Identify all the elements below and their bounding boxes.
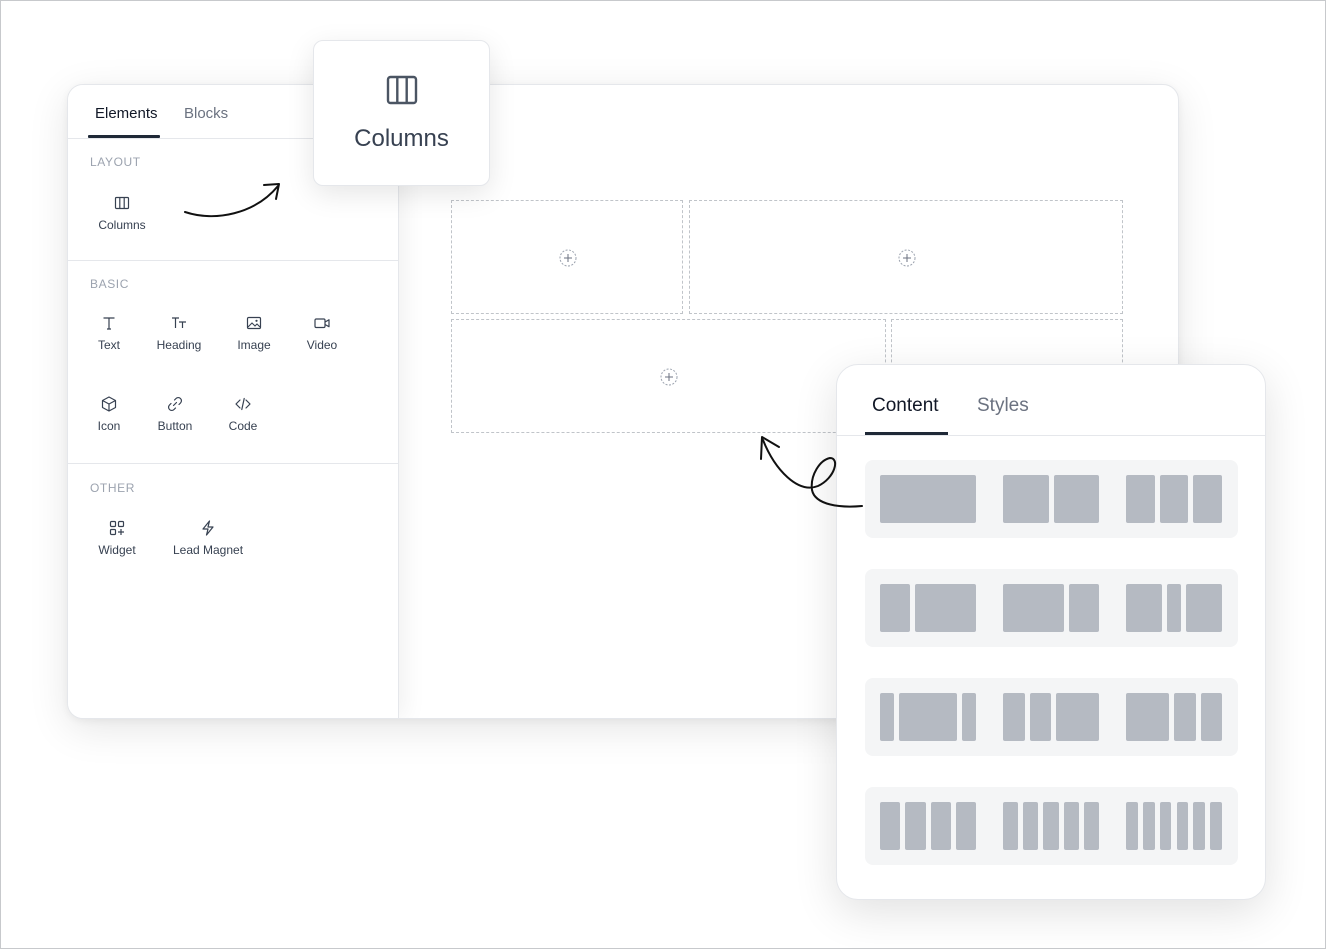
column-layout-preset[interactable] — [880, 475, 976, 523]
column-layout-preset[interactable] — [1003, 802, 1099, 850]
preset-column — [1126, 475, 1155, 523]
preset-column — [1159, 802, 1172, 850]
column-layout-preset[interactable] — [1126, 584, 1222, 632]
widget-icon — [109, 520, 125, 536]
preset-column — [961, 693, 976, 741]
column-cell-1[interactable] — [451, 200, 683, 314]
code-icon — [235, 397, 251, 411]
column-layout-preset[interactable] — [1126, 693, 1222, 741]
section-title-basic: BASIC — [90, 277, 130, 291]
heading-icon — [172, 317, 186, 328]
element-lead-magnet[interactable]: Lead Magnet — [168, 519, 248, 557]
drag-preview-label: Columns — [354, 125, 449, 152]
tab-content[interactable]: Content — [872, 395, 939, 417]
section-title-other: OTHER — [90, 481, 135, 495]
column-layout-preset[interactable] — [880, 584, 976, 632]
column-layout-preset[interactable] — [1003, 693, 1099, 741]
preset-column — [1056, 693, 1099, 741]
column-layout-preset[interactable] — [1003, 584, 1099, 632]
tab-styles[interactable]: Styles — [977, 395, 1029, 417]
preset-column — [880, 802, 901, 850]
text-icon — [103, 317, 115, 330]
preset-column — [1003, 584, 1064, 632]
preset-column — [955, 802, 976, 850]
element-text[interactable]: Text — [69, 314, 149, 352]
element-video[interactable]: Video — [282, 314, 362, 352]
column-layout-preset[interactable] — [880, 802, 976, 850]
preset-column — [1166, 584, 1182, 632]
preset-column — [905, 802, 926, 850]
preset-row — [865, 569, 1238, 647]
column-cell-2[interactable] — [689, 200, 1123, 314]
panel-tabs: Content Styles — [837, 365, 1265, 436]
add-element-icon[interactable] — [559, 249, 577, 267]
element-heading[interactable]: Heading — [139, 314, 219, 352]
preset-column — [1126, 584, 1162, 632]
column-layout-preset[interactable] — [1126, 802, 1222, 850]
lightning-icon — [202, 520, 214, 536]
preset-column — [1023, 802, 1039, 850]
element-code[interactable]: Code — [203, 395, 283, 433]
preset-column — [1193, 802, 1206, 850]
column-cell-3[interactable] — [451, 319, 886, 433]
add-element-icon[interactable] — [660, 368, 678, 386]
add-element-icon[interactable] — [898, 249, 916, 267]
element-label: Columns — [98, 218, 146, 232]
element-widget[interactable]: Widget — [77, 519, 157, 557]
element-label: Video — [306, 338, 338, 352]
preset-column — [1186, 584, 1222, 632]
preset-column — [880, 475, 976, 523]
tab-elements[interactable]: Elements — [95, 105, 158, 122]
preset-row — [865, 460, 1238, 538]
preset-column — [1068, 584, 1099, 632]
video-icon — [314, 318, 330, 329]
section-basic: BASIC Text Heading Image Video Icon Butt… — [68, 261, 398, 464]
preset-column — [1200, 693, 1222, 741]
active-tab-indicator — [88, 135, 160, 138]
section-other: OTHER Widget Lead Magnet — [68, 464, 398, 718]
columns-drag-preview: Columns — [313, 40, 490, 186]
preset-row — [865, 787, 1238, 865]
column-layout-preset[interactable] — [880, 693, 976, 741]
preset-column — [1126, 693, 1169, 741]
active-tab-indicator — [865, 432, 948, 435]
element-label: Heading — [156, 338, 202, 352]
preset-column — [1083, 802, 1099, 850]
cube-icon — [101, 396, 117, 412]
element-label: Text — [97, 338, 120, 352]
preset-column — [1003, 475, 1049, 523]
preset-column — [1003, 693, 1025, 741]
section-title-layout: LAYOUT — [90, 155, 141, 169]
preset-column — [930, 802, 951, 850]
link-icon — [167, 396, 183, 412]
preset-column — [1043, 802, 1059, 850]
preset-column — [1063, 802, 1079, 850]
preset-column — [1126, 802, 1138, 850]
preset-column — [1029, 693, 1051, 741]
preset-column — [1142, 802, 1155, 850]
column-layout-preset[interactable] — [1003, 475, 1099, 523]
preset-column — [1174, 693, 1196, 741]
element-label: Widget — [98, 543, 136, 557]
preset-column — [899, 693, 957, 741]
column-layout-preset[interactable] — [1126, 475, 1222, 523]
element-columns[interactable]: Columns — [82, 194, 162, 232]
preset-column — [1053, 475, 1099, 523]
image-icon — [246, 316, 262, 330]
preset-column — [1193, 475, 1222, 523]
element-label: Lead Magnet — [172, 543, 244, 557]
columns-icon — [114, 196, 130, 210]
preset-column — [1210, 802, 1222, 850]
preset-column — [1176, 802, 1189, 850]
element-label: Code — [228, 419, 258, 433]
columns-icon — [386, 75, 418, 105]
column-settings-panel: Content Styles — [836, 364, 1266, 900]
preset-column — [880, 584, 911, 632]
preset-column — [880, 693, 895, 741]
tab-blocks[interactable]: Blocks — [184, 105, 228, 122]
preset-column — [1159, 475, 1189, 523]
preset-row — [865, 678, 1238, 756]
preset-column — [915, 584, 976, 632]
preset-column — [1003, 802, 1019, 850]
